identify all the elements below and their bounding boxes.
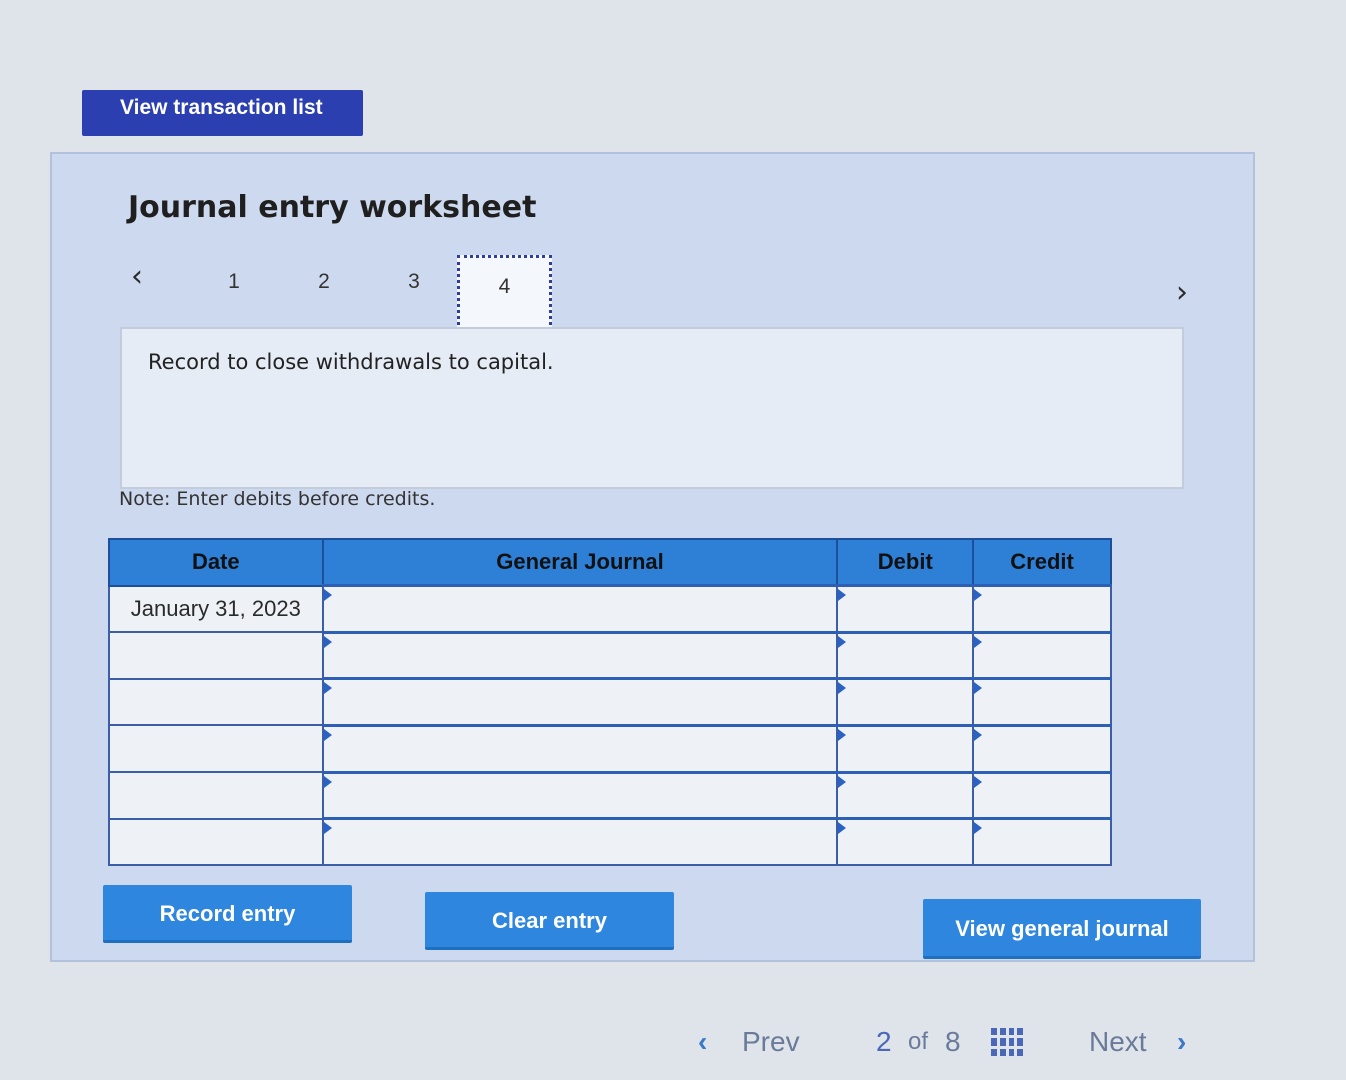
next-chevron-icon[interactable]: ›: [1177, 1022, 1186, 1062]
grid-menu-icon[interactable]: [991, 1028, 1023, 1056]
record-entry-button[interactable]: Record entry: [103, 885, 352, 943]
date-cell[interactable]: January 31, 2023: [108, 585, 324, 634]
header-date: Date: [108, 538, 324, 587]
account-cell[interactable]: [321, 817, 839, 867]
tab-1[interactable]: 1: [204, 262, 264, 302]
credit-cell[interactable]: [972, 723, 1112, 774]
date-cell[interactable]: [108, 818, 324, 867]
table-row: [108, 817, 1112, 867]
debit-cell[interactable]: [836, 770, 975, 820]
table-row: [108, 723, 1112, 774]
header-general-journal: General Journal: [321, 538, 839, 587]
next-link[interactable]: Next: [1089, 1022, 1147, 1062]
chevron-right-icon[interactable]: ›: [1176, 278, 1188, 308]
clear-entry-button[interactable]: Clear entry: [425, 892, 674, 950]
credit-cell[interactable]: [972, 584, 1112, 634]
prev-chevron-icon[interactable]: ‹: [698, 1022, 707, 1062]
credit-cell[interactable]: [972, 817, 1112, 867]
account-cell[interactable]: [321, 630, 839, 680]
debit-cell[interactable]: [836, 630, 975, 680]
worksheet-title: Journal entry worksheet: [128, 190, 537, 225]
tab-4[interactable]: 4: [457, 255, 552, 331]
header-debit: Debit: [836, 538, 975, 587]
current-page: 2: [876, 1026, 892, 1057]
debit-cell[interactable]: [836, 723, 975, 774]
instruction-text: Record to close withdrawals to capital.: [148, 350, 554, 374]
debit-cell[interactable]: [836, 677, 975, 727]
date-cell[interactable]: [108, 771, 324, 820]
account-cell[interactable]: [321, 677, 839, 727]
prev-link[interactable]: Prev: [742, 1022, 800, 1062]
header-credit: Credit: [972, 538, 1112, 587]
date-cell[interactable]: [108, 724, 324, 774]
date-cell[interactable]: [108, 631, 324, 680]
credit-cell[interactable]: [972, 677, 1112, 727]
chevron-left-icon[interactable]: ‹: [131, 262, 143, 292]
account-cell[interactable]: [321, 770, 839, 820]
date-cell[interactable]: [108, 678, 324, 727]
account-cell[interactable]: [321, 723, 839, 774]
credit-cell[interactable]: [972, 630, 1112, 680]
debit-cell[interactable]: [836, 817, 975, 867]
account-cell[interactable]: [321, 584, 839, 634]
tab-2[interactable]: 2: [294, 262, 354, 302]
view-transaction-list-button[interactable]: View transaction list: [82, 90, 363, 136]
table-row: [108, 677, 1112, 727]
table-row: [108, 770, 1112, 820]
table-row: January 31, 2023: [108, 584, 1112, 634]
debit-cell[interactable]: [836, 584, 975, 634]
total-pages: 8: [945, 1026, 961, 1057]
view-general-journal-button[interactable]: View general journal: [923, 899, 1201, 959]
note-text: Note: Enter debits before credits.: [119, 488, 436, 510]
table-row: [108, 630, 1112, 680]
credit-cell[interactable]: [972, 770, 1112, 820]
journal-table: Date General Journal Debit Credit Januar…: [108, 538, 1112, 867]
page-of-label: of: [908, 1028, 929, 1055]
tab-3[interactable]: 3: [384, 262, 444, 302]
